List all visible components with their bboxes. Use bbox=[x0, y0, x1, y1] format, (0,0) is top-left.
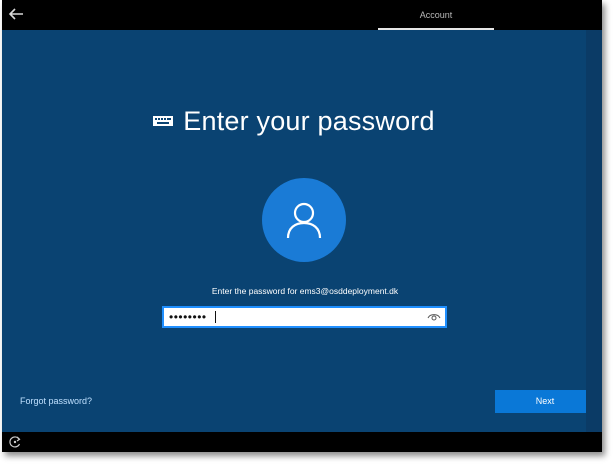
ease-of-access-icon bbox=[9, 436, 21, 448]
password-value: •••••••• bbox=[169, 310, 207, 324]
back-button[interactable] bbox=[4, 2, 28, 26]
top-bar: Account bbox=[2, 0, 602, 30]
tab-account[interactable]: Account bbox=[378, 0, 494, 30]
next-button[interactable]: Next bbox=[495, 390, 595, 413]
main-panel: Enter your password Enter the password f… bbox=[2, 30, 595, 432]
oobe-window: Account Enter your password Enter the pa… bbox=[2, 0, 602, 452]
forgot-password-link[interactable]: Forgot password? bbox=[20, 396, 92, 406]
user-icon bbox=[286, 202, 322, 239]
password-prompt: Enter the password for ems3@osddeploymen… bbox=[211, 286, 399, 296]
page-title: Enter your password bbox=[183, 105, 435, 136]
title-row: Enter your password bbox=[2, 103, 586, 139]
ease-of-access-button[interactable] bbox=[8, 435, 22, 449]
password-field[interactable]: •••••••• bbox=[162, 306, 447, 328]
keyboard-icon bbox=[153, 116, 174, 126]
avatar bbox=[262, 178, 346, 262]
back-arrow-icon bbox=[8, 8, 23, 20]
reveal-password-button[interactable] bbox=[425, 308, 443, 326]
text-caret bbox=[215, 311, 216, 323]
scrollbar[interactable] bbox=[586, 30, 602, 432]
bottom-bar bbox=[2, 432, 602, 452]
eye-icon bbox=[427, 314, 441, 321]
